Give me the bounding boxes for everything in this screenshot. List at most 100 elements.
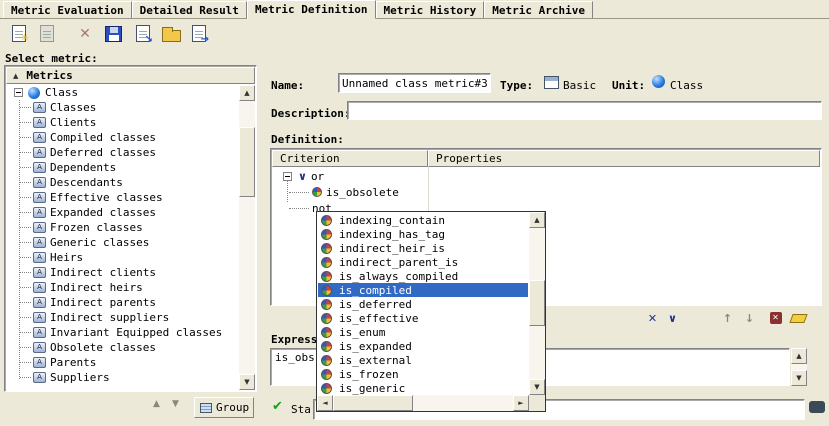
metric-tree-item[interactable]: Effective classes xyxy=(7,190,238,205)
metric-tree-item[interactable]: Indirect clients xyxy=(7,265,238,280)
tree-branch-line xyxy=(20,347,31,348)
criterion-option[interactable]: is_external xyxy=(318,353,528,367)
metric-tree-header[interactable]: ▲ Metrics xyxy=(6,67,255,84)
tab[interactable]: Detailed Result xyxy=(132,1,247,18)
metric-tree-root[interactable]: Class xyxy=(7,85,238,100)
export-metrics-button[interactable]: → xyxy=(186,21,212,46)
metric-tree-item[interactable]: Indirect suppliers xyxy=(7,310,238,325)
metric-tree-item[interactable]: Obsolete classes xyxy=(7,340,238,355)
criterion-option[interactable]: is_generic xyxy=(318,381,528,395)
save-metric-button[interactable] xyxy=(100,21,126,46)
dropdown-horizontal-scrollbar[interactable]: ◄ ► xyxy=(317,395,529,411)
import-metrics-button[interactable]: ↘ xyxy=(130,21,156,46)
criterion-option[interactable]: is_expanded xyxy=(318,339,528,353)
or-operator-button[interactable]: ∨ xyxy=(663,309,682,327)
criterion-option[interactable]: is_deferred xyxy=(318,297,528,311)
group-toggle-button[interactable]: Group xyxy=(194,397,254,418)
metric-tree-item-label: Indirect heirs xyxy=(50,281,143,294)
dropdown-vertical-scrollbar[interactable]: ▲ ▼ xyxy=(529,212,545,395)
move-criterion-down-button[interactable]: ↓ xyxy=(740,309,759,327)
scroll-left-button[interactable]: ◄ xyxy=(317,395,333,411)
criterion-option[interactable]: indexing_contain xyxy=(318,213,528,227)
criterion-row-or[interactable]: ∨ or xyxy=(272,168,427,184)
export-metrics-icon: → xyxy=(192,25,206,42)
and-operator-button[interactable]: ✕ xyxy=(643,309,662,327)
tree-branch-line xyxy=(289,192,309,193)
criterion-icon xyxy=(321,327,332,338)
criterion-option[interactable]: indexing_has_tag xyxy=(318,227,528,241)
copy-metric-button[interactable] xyxy=(34,21,60,46)
criterion-option[interactable]: is_compiled xyxy=(318,283,528,297)
comment-button[interactable] xyxy=(809,401,825,413)
criterion-option[interactable]: is_frozen xyxy=(318,367,528,381)
tree-branch-line xyxy=(20,137,31,138)
definition-label: Definition: xyxy=(271,133,344,146)
tab[interactable]: Metric History xyxy=(376,1,485,18)
criterion-option[interactable]: indirect_parent_is xyxy=(318,255,528,269)
metric-tree-item[interactable]: Expanded classes xyxy=(7,205,238,220)
expression-scrollbar[interactable]: ▲ ▼ xyxy=(791,348,807,386)
description-input[interactable] xyxy=(347,101,822,120)
metric-icon xyxy=(33,222,46,233)
collapse-icon[interactable] xyxy=(14,88,23,97)
name-input[interactable] xyxy=(338,73,491,93)
metric-tree-item[interactable]: Dependents xyxy=(7,160,238,175)
criterion-option[interactable]: is_always_compiled xyxy=(318,269,528,283)
metric-tree-item[interactable]: Deferred classes xyxy=(7,145,238,160)
metric-tree-item[interactable]: Indirect heirs xyxy=(7,280,238,295)
move-metric-down-button[interactable]: ▼ xyxy=(167,399,184,416)
criterion-icon xyxy=(321,285,332,296)
tree-branch-line xyxy=(20,107,31,108)
criterion-row-is-obsolete[interactable]: is_obsolete xyxy=(272,184,427,200)
scroll-up-button[interactable]: ▲ xyxy=(529,212,545,228)
metric-tree-item[interactable]: Frozen classes xyxy=(7,220,238,235)
criterion-option[interactable]: is_effective xyxy=(318,311,528,325)
metric-tree-item[interactable]: Invariant Equipped classes xyxy=(7,325,238,340)
clear-definition-button[interactable] xyxy=(789,309,808,327)
criterion-option[interactable]: is_enum xyxy=(318,325,528,339)
tree-scrollbar[interactable]: ▲ ▼ xyxy=(239,85,255,390)
scrollbar-thumb[interactable] xyxy=(529,280,545,326)
tab[interactable]: Metric Definition xyxy=(247,0,376,19)
scrollbar-thumb[interactable] xyxy=(333,395,413,411)
scroll-right-button[interactable]: ► xyxy=(513,395,529,411)
metric-tree-item[interactable]: Heirs xyxy=(7,250,238,265)
move-criterion-up-button[interactable]: ↑ xyxy=(718,309,737,327)
properties-column-header[interactable]: Properties xyxy=(428,150,820,167)
criterion-dropdown-list: indexing_contain indexing_has_tag indire… xyxy=(318,213,528,396)
scroll-up-button[interactable]: ▲ xyxy=(239,85,255,101)
scrollbar-thumb[interactable] xyxy=(239,127,255,197)
metric-tree-item-label: Obsolete classes xyxy=(50,341,156,354)
criterion-column-header[interactable]: Criterion xyxy=(272,150,428,167)
criterion-option-label: is_expanded xyxy=(337,340,414,353)
metric-tree-item[interactable]: Descendants xyxy=(7,175,238,190)
scroll-down-button[interactable]: ▼ xyxy=(529,379,545,395)
criterion-option[interactable]: indirect_heir_is xyxy=(318,241,528,255)
tree-branch-line xyxy=(20,212,31,213)
scroll-down-button[interactable]: ▼ xyxy=(239,374,255,390)
delete-metric-button[interactable]: ✕ xyxy=(72,21,98,46)
collapse-icon[interactable] xyxy=(283,172,292,181)
delete-criterion-button[interactable]: ✕ xyxy=(766,309,785,327)
metric-tree-item[interactable]: Classes xyxy=(7,100,238,115)
metric-tree-item[interactable]: Indirect parents xyxy=(7,295,238,310)
tab[interactable]: Metric Evaluation xyxy=(3,1,132,18)
criterion-option-label: is_compiled xyxy=(337,284,414,297)
metric-tree-item[interactable]: Compiled classes xyxy=(7,130,238,145)
scroll-up-button[interactable]: ▲ xyxy=(791,348,807,364)
tree-branch-line xyxy=(20,302,31,303)
metric-tree-item[interactable]: Generic classes xyxy=(7,235,238,250)
scroll-down-button[interactable]: ▼ xyxy=(791,370,807,386)
metric-tree-item[interactable]: Clients xyxy=(7,115,238,130)
tab-bar: Metric Evaluation Detailed Result Metric… xyxy=(0,0,829,19)
open-metrics-button[interactable] xyxy=(158,21,184,46)
move-metric-up-button[interactable]: ▲ xyxy=(148,399,165,416)
tree-branch-line xyxy=(20,317,31,318)
criterion-dropdown: indexing_contain indexing_has_tag indire… xyxy=(316,211,546,412)
metric-tree-item[interactable]: Suppliers xyxy=(7,370,238,385)
metric-tree-item[interactable]: Parents xyxy=(7,355,238,370)
new-metric-button[interactable]: ✳ xyxy=(6,21,32,46)
tab[interactable]: Metric Archive xyxy=(484,1,593,18)
tree-branch-line xyxy=(20,287,31,288)
metric-tree-item-label: Parents xyxy=(50,356,96,369)
